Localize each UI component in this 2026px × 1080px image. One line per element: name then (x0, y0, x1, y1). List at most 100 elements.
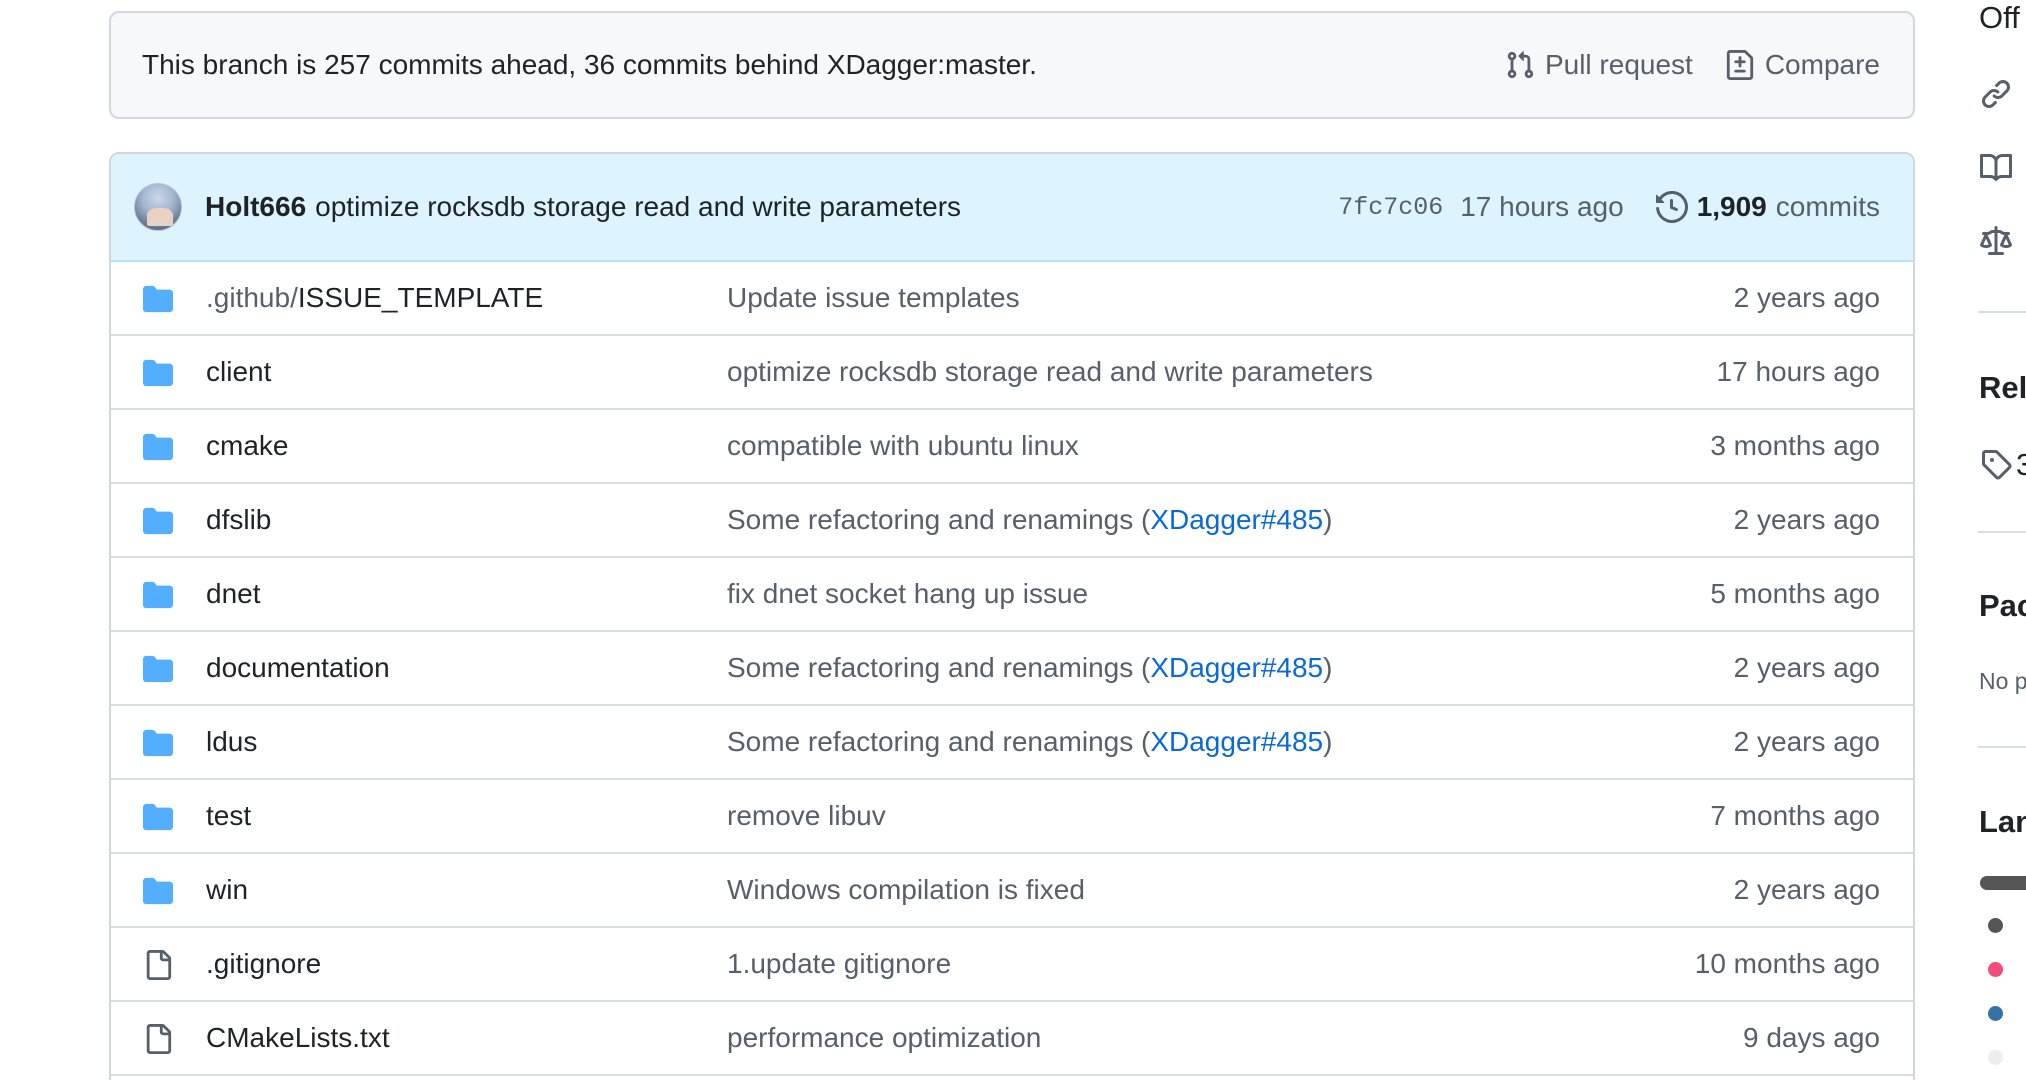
issue-link[interactable]: XDagger#485 (1150, 726, 1323, 757)
file-name: dnet (206, 578, 261, 609)
commit-message-suffix: ) (1323, 726, 1333, 757)
file-name-link[interactable]: .github/ISSUE_TEMPLATE (206, 282, 543, 314)
commit-message-text: Some refactoring and renamings ( (727, 504, 1151, 535)
file-listing: Holt666 optimize rocksdb storage read an… (109, 152, 1915, 1080)
commit-age: 2 years ago (1733, 726, 1880, 757)
file-diff-icon (1726, 50, 1753, 80)
table-row[interactable]: CMakeLists.txt performance optimization 9 … (111, 1002, 1913, 1076)
commit-message-link[interactable]: 1.update gitignore (727, 948, 951, 980)
commit-message-link[interactable]: fix dnet socket hang up issue (727, 578, 1088, 610)
file-name-link[interactable]: documentation (206, 652, 390, 684)
commit-message-link[interactable]: Some refactoring and renamings (XDagger#… (727, 652, 1332, 684)
commit-message-link[interactable]: Some refactoring and renamings (XDagger#… (727, 504, 1332, 536)
commit-time: 17 hours ago (1460, 191, 1624, 222)
table-row[interactable]: test remove libuv 7 months ago (111, 780, 1913, 854)
file-name-link[interactable]: dfslib (206, 504, 271, 536)
file-name-link[interactable]: .gitignore (206, 948, 321, 980)
commit-message-link[interactable]: Some refactoring and renamings (XDagger#… (727, 726, 1332, 758)
commit-meta: 7fc7c06 17 hours ago 1,909 commits (1338, 191, 1880, 223)
file-name-link[interactable]: client (206, 356, 271, 388)
file-name: dfslib (206, 504, 272, 535)
table-row[interactable]: cmake compatible with ubuntu linux 3 month… (111, 410, 1913, 484)
folder-icon (143, 359, 173, 387)
commit-age: 10 months ago (1694, 948, 1880, 979)
commit-message-text: optimize rocksdb storage read and write … (727, 356, 1373, 387)
file-name-link[interactable]: CMakeLists.txt (206, 1022, 390, 1054)
releases-heading[interactable]: Rel (1979, 370, 2026, 406)
commit-sha[interactable]: 7fc7c06 (1338, 193, 1443, 222)
compare-button[interactable]: Compare (1725, 49, 1880, 81)
table-row[interactable]: .github/ISSUE_TEMPLATE Update issue templ… (111, 262, 1913, 336)
table-row[interactable]: dnet fix dnet socket hang up issue 5 month… (111, 558, 1913, 632)
language-dot (1988, 1050, 2003, 1065)
commit-age: 3 months ago (1710, 430, 1880, 461)
commit-message-text: Windows compilation is fixed (727, 874, 1085, 905)
commit-message-text: compatible with ubuntu linux (727, 430, 1079, 461)
commits-link[interactable]: 1,909 commits (1655, 191, 1880, 223)
language-dot (1988, 918, 2003, 933)
table-row[interactable]: ldus Some refactoring and renamings (XDag… (111, 706, 1913, 780)
commit-message-link[interactable]: Windows compilation is fixed (727, 874, 1085, 906)
file-name: client (206, 356, 272, 387)
law-icon (1980, 226, 2012, 255)
tag-icon (1982, 450, 2012, 480)
commit-age: 2 years ago (1733, 504, 1880, 535)
table-row[interactable]: win Windows compilation is fixed 2 years a… (111, 854, 1913, 928)
releases-count[interactable]: 3 (2016, 447, 2026, 483)
issue-link[interactable]: XDagger#485 (1150, 504, 1323, 535)
latest-commit-header: Holt666 optimize rocksdb storage read an… (111, 154, 1913, 262)
git-pull-request-icon (1507, 51, 1534, 79)
commit-message-text: performance optimization (727, 1022, 1042, 1053)
issue-link[interactable]: XDagger#485 (1150, 652, 1323, 683)
folder-icon (143, 285, 173, 313)
commit-age: 7 months ago (1710, 800, 1880, 831)
avatar[interactable] (134, 183, 182, 231)
file-icon (146, 950, 172, 980)
commit-age: 2 years ago (1733, 874, 1880, 905)
folder-icon (143, 581, 173, 609)
commit-age: 9 days ago (1743, 1022, 1880, 1053)
sidebar-divider (1978, 746, 2026, 748)
languages-heading: Lan (1979, 804, 2026, 839)
link-icon (1981, 79, 2011, 109)
sidebar-about-text: Off (1979, 0, 2020, 35)
table-row[interactable]: dfslib Some refactoring and renamings (XD… (111, 484, 1913, 558)
commit-author[interactable]: Holt666 (205, 191, 306, 223)
packages-text: No p (1979, 668, 2026, 694)
commit-message-text: remove libuv (727, 800, 886, 831)
table-row[interactable]: client optimize rocksdb storage read and … (111, 336, 1913, 410)
file-name: cmake (206, 430, 289, 461)
file-name-link[interactable]: dnet (206, 578, 261, 610)
pull-request-label: Pull request (1544, 49, 1693, 80)
table-row[interactable]: .gitignore 1.update gitignore 10 months ag… (111, 928, 1913, 1002)
folder-icon (143, 729, 173, 757)
commit-message-text: Some refactoring and renamings ( (727, 652, 1151, 683)
commit-message[interactable]: optimize rocksdb storage read and write … (315, 191, 961, 223)
commit-age: 2 years ago (1733, 282, 1880, 313)
branch-status-text: This branch is 257 commits ahead, 36 com… (142, 49, 1037, 80)
file-name-link[interactable]: test (206, 800, 251, 832)
commit-age: 5 months ago (1710, 578, 1880, 609)
language-dot (1988, 962, 2003, 977)
file-name: CMakeLists.txt (206, 1022, 390, 1053)
commit-message-link[interactable]: Update issue templates (727, 282, 1020, 314)
commit-message-link[interactable]: performance optimization (727, 1022, 1041, 1054)
commit-age: 2 years ago (1733, 652, 1880, 683)
file-name: .gitignore (206, 948, 322, 979)
history-icon (1655, 191, 1688, 223)
packages-heading[interactable]: Pac (1979, 588, 2026, 624)
sidebar-divider (1978, 531, 2026, 533)
file-name: win (206, 874, 249, 905)
file-rows: .github/ISSUE_TEMPLATE Update issue templ… (111, 262, 1913, 1076)
table-row[interactable]: documentation Some refactoring and renami… (111, 632, 1913, 706)
file-name-link[interactable]: win (206, 874, 248, 906)
sidebar-divider (1978, 311, 2026, 313)
commit-message-link[interactable]: optimize rocksdb storage read and write … (727, 356, 1373, 388)
file-name-link[interactable]: ldus (206, 726, 257, 758)
pull-request-button[interactable]: Pull request (1505, 49, 1693, 81)
language-bar (1980, 876, 2026, 890)
book-icon (1980, 153, 2012, 181)
commit-message-link[interactable]: remove libuv (727, 800, 886, 832)
file-name-link[interactable]: cmake (206, 430, 288, 462)
commit-message-link[interactable]: compatible with ubuntu linux (727, 430, 1079, 462)
